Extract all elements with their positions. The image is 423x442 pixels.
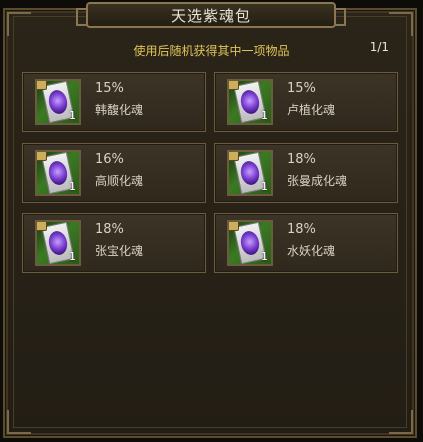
reward-slot[interactable]: 1 18% 张宝化魂 [22, 213, 206, 273]
corner-ornament [389, 12, 413, 36]
drop-chance: 15% [95, 81, 124, 96]
item-quantity: 1 [261, 250, 268, 263]
purple-soul-card-icon[interactable]: 1 [227, 220, 273, 266]
lock-icon [37, 81, 47, 90]
lock-icon [229, 152, 239, 161]
item-name: 张宝化魂 [95, 244, 144, 258]
item-quantity: 1 [69, 109, 76, 122]
pack-description: 使用后随机获得其中一项物品 [133, 44, 290, 58]
drop-chance: 15% [287, 81, 316, 96]
item-name: 水妖化魂 [287, 244, 336, 258]
item-name: 高顺化魂 [95, 174, 144, 188]
item-name: 卢植化魂 [287, 103, 336, 117]
corner-ornament [7, 12, 31, 36]
drop-chance: 16% [95, 152, 124, 167]
reward-slot[interactable]: 1 18% 水妖化魂 [214, 213, 398, 273]
purple-soul-card-icon[interactable]: 1 [35, 220, 81, 266]
purple-soul-card-icon[interactable]: 1 [35, 150, 81, 196]
item-quantity: 1 [261, 109, 268, 122]
lock-icon [229, 222, 239, 231]
purple-soul-card-icon[interactable]: 1 [227, 79, 273, 125]
panel-title: 天选紫魂包 [170, 6, 251, 25]
item-name: 张曼成化魂 [287, 174, 348, 188]
drop-chance: 18% [95, 222, 124, 237]
item-name: 韩馥化魂 [95, 103, 144, 117]
title-plate: 天选紫魂包 [76, 2, 346, 28]
drop-chance: 18% [287, 152, 316, 167]
lock-icon [37, 152, 47, 161]
page-indicator: 1/1 [369, 40, 389, 54]
corner-ornament [7, 410, 31, 434]
item-quantity: 1 [69, 250, 76, 263]
item-quantity: 1 [261, 180, 268, 193]
reward-slot[interactable]: 1 15% 韩馥化魂 [22, 72, 206, 132]
lock-icon [37, 222, 47, 231]
purple-soul-card-icon[interactable]: 1 [227, 150, 273, 196]
reward-slot[interactable]: 1 18% 张曼成化魂 [214, 143, 398, 203]
reward-slot[interactable]: 1 15% 卢植化魂 [214, 72, 398, 132]
title-ornament-right [334, 8, 346, 26]
reward-slot[interactable]: 1 16% 高顺化魂 [22, 143, 206, 203]
lock-icon [229, 81, 239, 90]
drop-chance: 18% [287, 222, 316, 237]
title-ornament-left [76, 8, 88, 26]
purple-soul-card-icon[interactable]: 1 [35, 79, 81, 125]
item-quantity: 1 [69, 180, 76, 193]
corner-ornament [389, 410, 413, 434]
